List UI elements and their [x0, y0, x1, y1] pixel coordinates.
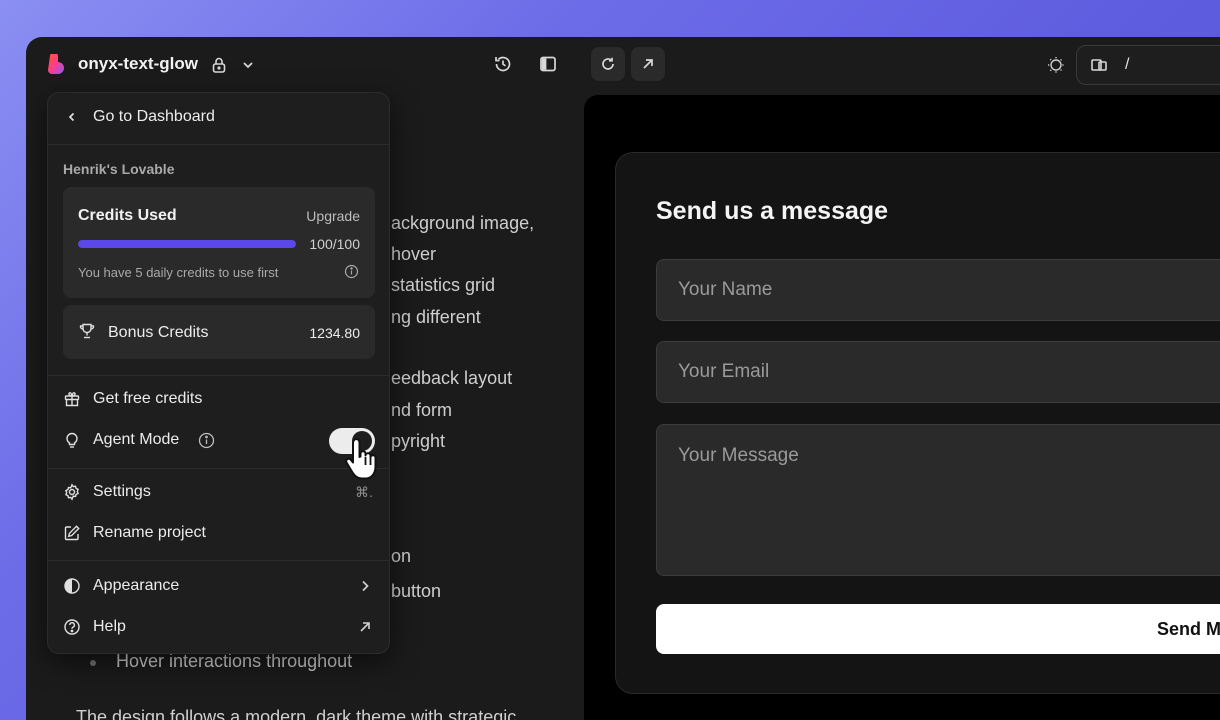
chat-text-line: ng different: [391, 307, 481, 327]
contrast-icon: [62, 576, 82, 596]
name-input[interactable]: [656, 259, 1220, 321]
chat-text-line: The design follows a modern, dark theme …: [76, 707, 517, 720]
edit-icon: [62, 523, 82, 543]
credits-progress-fill: [78, 240, 296, 248]
preview-pane: Send us a message Send M: [584, 95, 1220, 720]
arrow-up-right-icon: [359, 621, 371, 633]
project-menu: Go to Dashboard Henrik's Lovable Credits…: [47, 92, 390, 654]
chat-text-line: ackground image,: [391, 213, 535, 233]
pointer-hand-icon: [344, 435, 388, 483]
credits-title: Credits Used: [78, 207, 177, 224]
sun-icon[interactable]: [1044, 53, 1068, 77]
contact-form-card: Send us a message Send M: [615, 152, 1220, 694]
logo-icon[interactable]: [46, 54, 68, 76]
open-external-icon: [643, 59, 653, 69]
chat-text-line: nd form: [391, 400, 453, 420]
bullet-dot: [90, 660, 96, 666]
rename-project-label: Rename project: [93, 524, 206, 541]
credits-progress-text: 100/100: [309, 236, 360, 252]
credits-note: You have 5 daily credits to use first: [78, 265, 279, 280]
project-name[interactable]: onyx-text-glow: [78, 54, 198, 74]
chevron-down-icon[interactable]: [236, 53, 260, 77]
info-icon[interactable]: [344, 264, 359, 279]
help-label: Help: [93, 618, 126, 635]
chat-text-line: button: [391, 581, 442, 601]
bonus-credits-card: Bonus Credits 1234.80: [63, 305, 375, 359]
bonus-credits-value: 1234.80: [309, 325, 360, 341]
appearance-label: Appearance: [93, 577, 180, 594]
settings-label: Settings: [93, 483, 151, 500]
get-free-credits-item[interactable]: Get free credits: [48, 381, 389, 417]
info-icon[interactable]: [198, 432, 215, 449]
appearance-item[interactable]: Appearance: [48, 568, 389, 604]
divider: [48, 468, 389, 469]
message-input[interactable]: [656, 424, 1220, 576]
chat-text-line: on: [391, 546, 412, 566]
lightbulb-icon: [62, 430, 82, 450]
email-input[interactable]: [656, 341, 1220, 403]
chat-text-line: hover: [391, 244, 437, 264]
chat-text-line: Hover interactions throughout: [116, 651, 353, 671]
chevron-left-icon: [62, 107, 82, 127]
url-path[interactable]: /: [1125, 56, 1129, 74]
go-to-dashboard-item[interactable]: Go to Dashboard: [48, 99, 389, 135]
form-title: Send us a message: [656, 197, 889, 225]
chevron-right-icon: [359, 579, 371, 593]
sidebar-toggle-icon[interactable]: [536, 52, 560, 76]
agent-mode-label: Agent Mode: [93, 431, 180, 448]
app-window: onyx-text-glow / ackground image, hover …: [26, 37, 1220, 720]
history-icon[interactable]: [491, 52, 515, 76]
bonus-credits-label: Bonus Credits: [108, 324, 209, 341]
open-external-button[interactable]: [631, 47, 665, 81]
settings-item[interactable]: Settings ⌘.: [48, 474, 389, 510]
chat-text-line: eedback layout: [391, 368, 513, 388]
refresh-icon: [602, 57, 614, 70]
help-circle-icon: [62, 617, 82, 637]
send-message-button[interactable]: Send M: [656, 604, 1220, 654]
get-free-credits-label: Get free credits: [93, 390, 203, 407]
refresh-button[interactable]: [591, 47, 625, 81]
chat-text-line: pyright: [391, 431, 446, 451]
gift-icon: [62, 389, 82, 409]
chat-text-line: statistics grid: [391, 275, 496, 295]
divider: [48, 560, 389, 561]
credits-card: Credits Used Upgrade 100/100 You have 5 …: [63, 187, 375, 298]
help-item[interactable]: Help: [48, 609, 389, 645]
top-bar: onyx-text-glow /: [26, 37, 1220, 93]
url-bar[interactable]: /: [1076, 45, 1220, 85]
divider: [48, 144, 389, 145]
lock-icon[interactable]: [207, 53, 231, 77]
settings-shortcut: ⌘.: [355, 483, 373, 500]
upgrade-link[interactable]: Upgrade: [306, 208, 360, 224]
rename-project-item[interactable]: Rename project: [48, 515, 389, 551]
go-to-dashboard-label: Go to Dashboard: [93, 108, 215, 125]
credits-progress-bar: [78, 240, 296, 248]
divider: [48, 375, 389, 376]
trophy-icon: [78, 322, 98, 342]
gear-icon: [62, 482, 82, 502]
devices-icon[interactable]: [1087, 53, 1111, 77]
workspace-label: Henrik's Lovable: [63, 161, 175, 177]
